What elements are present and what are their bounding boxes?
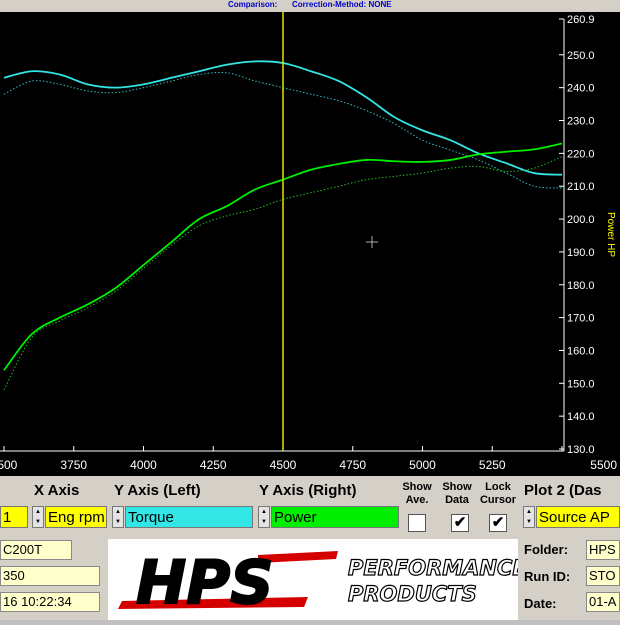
x-tick-label: 3500 — [0, 458, 18, 472]
y-tick-label: 170.0 — [567, 313, 595, 325]
control-panel: X Axis Y Axis (Left) Y Axis (Right) Show… — [0, 476, 620, 620]
folder-label: Folder: — [524, 542, 569, 557]
show-ave-checkbox[interactable] — [408, 514, 426, 532]
date-field: 01-A — [586, 592, 620, 612]
y-left-select[interactable]: Torque — [125, 506, 253, 528]
run-id-label: Run ID: — [524, 569, 571, 584]
chart-background — [0, 12, 620, 476]
x-tick-label: 5000 — [409, 458, 436, 472]
x-tick-label: 5250 — [479, 458, 506, 472]
show-ave-header: Show Ave. — [402, 481, 432, 506]
y-tick-label: 260.9 — [567, 14, 595, 26]
y-tick-label: 190.0 — [567, 247, 595, 259]
show-data-header: Show Data — [442, 481, 472, 506]
x-tick-label: 4500 — [270, 458, 297, 472]
y-right-select[interactable]: Power — [271, 506, 399, 528]
y-left-spinner[interactable]: ▲ ▼ — [112, 506, 124, 528]
correction-method-label: Correction-Method: NONE — [292, 0, 392, 9]
y-tick-label: 220.0 — [567, 148, 595, 160]
plot-number-field[interactable]: 1 — [0, 506, 28, 528]
x-axis-select[interactable]: Eng rpm — [45, 506, 107, 528]
lock-cursor-header: Lock Cursor — [479, 481, 517, 506]
y-tick-label: 240.0 — [567, 83, 595, 95]
timestamp-field: 16 10:22:34 — [0, 592, 100, 612]
y-axis-left-header: Y Axis (Left) — [114, 482, 201, 499]
y-tick-label: 140.0 — [567, 411, 595, 423]
vehicle-info-field: C200T — [0, 540, 72, 560]
top-status-bar: Comparison: Correction-Method: NONE — [0, 0, 620, 12]
logo-main-text: HPS — [136, 548, 273, 618]
folder-field: HPS — [586, 540, 620, 560]
run-info-field: 350 — [0, 566, 100, 586]
date-label: Date: — [524, 596, 557, 611]
x-tick-label: 4750 — [339, 458, 366, 472]
y-axis-right-header: Y Axis (Right) — [259, 482, 357, 499]
y-tick-label: 130.0 — [567, 444, 595, 456]
show-data-checkbox[interactable]: ✔ — [451, 514, 469, 532]
y-tick-label: 200.0 — [567, 214, 595, 226]
y-right-spinner[interactable]: ▲ ▼ — [258, 506, 270, 528]
y-tick-label: 150.0 — [567, 378, 595, 390]
logo-line1-text: PERFORMANCE — [348, 556, 518, 580]
plot2-spinner[interactable]: ▲ ▼ — [523, 506, 535, 528]
y-tick-label: 230.0 — [567, 116, 595, 128]
x-tick-label: 4000 — [130, 458, 157, 472]
plot2-header: Plot 2 (Das — [524, 482, 602, 499]
lock-cursor-checkbox[interactable]: ✔ — [489, 514, 507, 532]
y-tick-label: 160.0 — [567, 345, 595, 357]
y-tick-label: 180.0 — [567, 280, 595, 292]
y-tick-label: 250.0 — [567, 50, 595, 62]
x-tick-label: 3750 — [60, 458, 87, 472]
x-axis-header: X Axis — [34, 482, 80, 499]
logo-line2-text: PRODUCTS — [348, 582, 477, 606]
hps-logo: HPS PERFORMANCE PRODUCTS — [108, 539, 528, 620]
comparison-label: Comparison: — [228, 0, 278, 9]
x-tick-label: 5500 — [590, 458, 617, 472]
x-tick-label: 4250 — [200, 458, 227, 472]
run-id-field: STO — [586, 566, 620, 586]
x-axis-spinner[interactable]: ▲ ▼ — [32, 506, 44, 528]
dyno-chart[interactable]: 260.9 250.0 240.0 230.0 220.0 210.0 200.0 190.0… — [0, 12, 620, 476]
plot2-select[interactable]: Source AP — [536, 506, 620, 528]
y-tick-label: 210.0 — [567, 181, 595, 193]
y-right-axis-label: Power HP — [605, 212, 616, 257]
